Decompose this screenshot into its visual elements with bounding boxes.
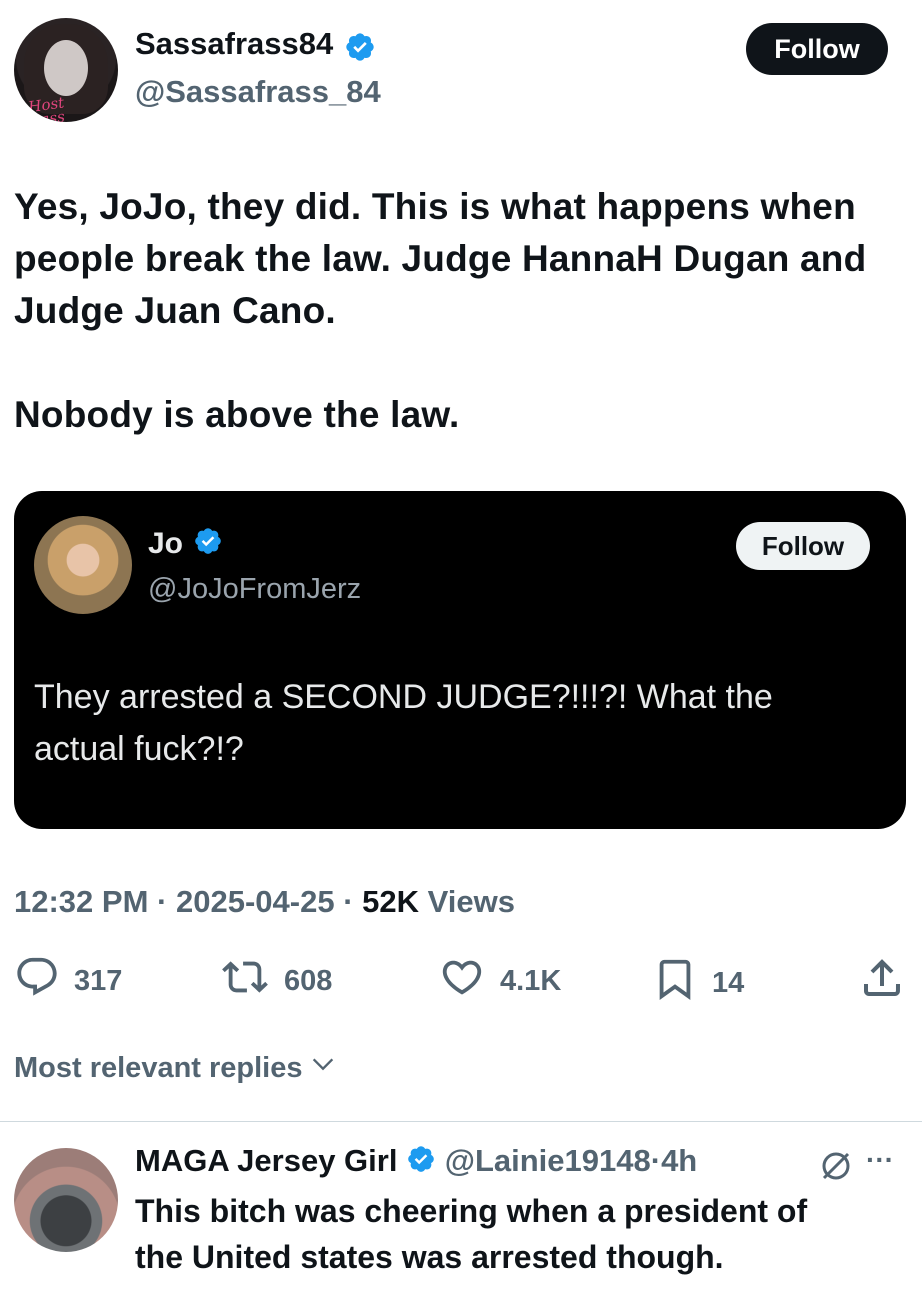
- replies-sort-label: Most relevant replies: [14, 1051, 303, 1084]
- follow-button[interactable]: Follow: [746, 23, 888, 75]
- repost-icon: [220, 954, 270, 1008]
- heart-icon: [438, 954, 486, 1008]
- quote-name-row[interactable]: Jo: [148, 526, 223, 564]
- bookmark-action[interactable]: 14: [652, 954, 744, 1012]
- tweet-line: Yes, JoJo, they did. This is what happen…: [14, 186, 856, 227]
- divider: [0, 1121, 922, 1122]
- author-display-name[interactable]: Sassafrass84: [135, 26, 333, 61]
- reply-count: 317: [74, 964, 123, 997]
- quote-line: actual fuck?!?: [34, 730, 244, 768]
- reply-text: This bitch was cheering when a president…: [135, 1188, 807, 1280]
- repost-action[interactable]: 608: [220, 954, 332, 1008]
- more-options-icon[interactable]: ···: [866, 1144, 894, 1176]
- tweet-line: Nobody is above the law.: [14, 394, 460, 435]
- quote-follow-button[interactable]: Follow: [736, 522, 870, 570]
- tweet-line: people break the law. Judge HannaH Dugan…: [14, 238, 867, 279]
- author-avatar[interactable]: HostSass Saloon: [14, 18, 118, 122]
- quote-avatar[interactable]: [34, 516, 132, 614]
- quote-display-name: Jo: [148, 526, 184, 560]
- quote-line: They arrested a SECOND JUDGE?!!!?! What …: [34, 678, 773, 716]
- author-name-row[interactable]: Sassafrass84: [135, 26, 376, 68]
- reply-age[interactable]: 4h: [661, 1143, 697, 1178]
- views-count: 52K: [362, 884, 420, 919]
- grok-icon[interactable]: [818, 1148, 854, 1189]
- replies-sort-dropdown[interactable]: Most relevant replies: [14, 1050, 337, 1086]
- tweet-text: Yes, JoJo, they did. This is what happen…: [14, 181, 866, 441]
- reply-action[interactable]: 317: [14, 954, 122, 1008]
- reply-display-name[interactable]: MAGA Jersey Girl: [135, 1143, 397, 1178]
- share-icon[interactable]: [858, 954, 906, 1007]
- author-handle[interactable]: @Sassafrass_84: [135, 74, 381, 110]
- bookmark-count: 14: [712, 966, 745, 999]
- chevron-down-icon: [309, 1050, 337, 1086]
- tweet-line: Judge Juan Cano.: [14, 290, 336, 331]
- verified-badge-icon: [344, 31, 376, 68]
- reply-line: This bitch was cheering when a president…: [135, 1193, 808, 1229]
- verified-badge-icon: [406, 1144, 436, 1182]
- bookmark-icon: [652, 954, 698, 1012]
- verified-badge-icon: [193, 526, 223, 564]
- tweet-date[interactable]: 2025-04-25: [176, 884, 335, 919]
- reply-header: MAGA Jersey Girl @Lainie19148·4h: [135, 1143, 697, 1182]
- tweet-time[interactable]: 12:32 PM: [14, 884, 148, 919]
- reply-icon: [14, 954, 60, 1008]
- reply-handle[interactable]: @Lainie19148: [445, 1143, 651, 1178]
- quote-text: They arrested a SECOND JUDGE?!!!?! What …: [34, 671, 773, 775]
- like-count: 4.1K: [500, 964, 562, 997]
- views-label: Views: [427, 884, 515, 919]
- repost-count: 608: [284, 964, 333, 997]
- tweet-meta: 12:32 PM · 2025-04-25 · 52K Views: [14, 884, 515, 919]
- quote-handle[interactable]: @JoJoFromJerz: [148, 573, 361, 606]
- reply-line: the United states was arrested though.: [135, 1239, 724, 1275]
- like-action[interactable]: 4.1K: [438, 954, 561, 1008]
- reply-avatar[interactable]: [14, 1148, 118, 1252]
